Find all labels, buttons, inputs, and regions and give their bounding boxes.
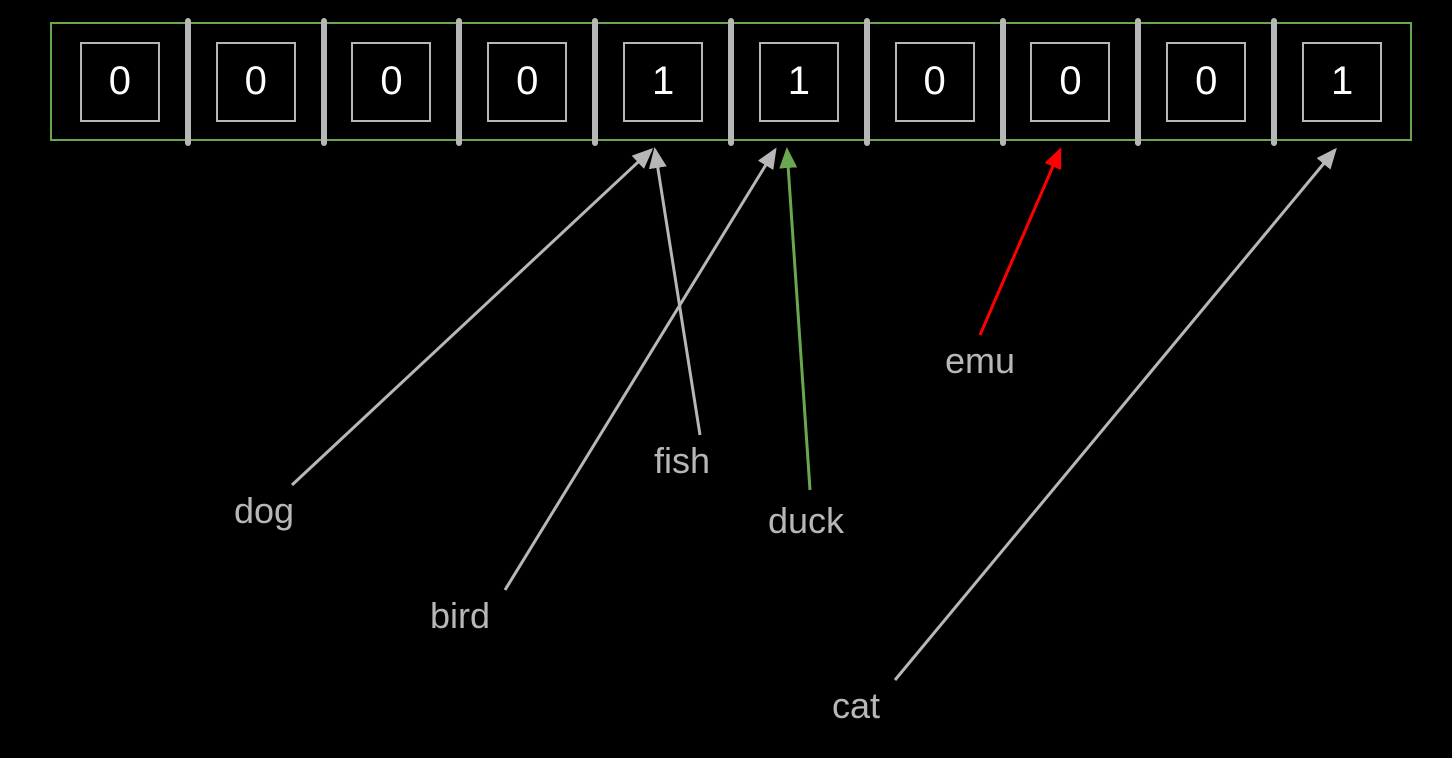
label-bird: bird [430, 595, 490, 637]
bit-slot-3: 0 [459, 24, 595, 139]
bit-value: 0 [245, 59, 267, 104]
bit-cell: 0 [895, 42, 975, 122]
diagram-canvas: 0 0 0 0 1 1 0 0 [0, 0, 1452, 758]
bit-value: 0 [924, 59, 946, 104]
bit-cell: 0 [80, 42, 160, 122]
arrow-emu [980, 150, 1060, 335]
bit-slot-2: 0 [324, 24, 460, 139]
bit-cell: 1 [759, 42, 839, 122]
bit-value: 1 [1331, 59, 1353, 104]
bit-value: 0 [109, 59, 131, 104]
bit-value: 0 [1195, 59, 1217, 104]
arrow-dog [292, 150, 651, 485]
bit-cell: 0 [351, 42, 431, 122]
label-cat: cat [832, 685, 880, 727]
bit-slot-5: 1 [731, 24, 867, 139]
bit-cell: 1 [1302, 42, 1382, 122]
bit-array: 0 0 0 0 1 1 0 0 [50, 22, 1412, 141]
bit-slot-0: 0 [52, 24, 188, 139]
bit-cell: 1 [623, 42, 703, 122]
bit-cell: 0 [487, 42, 567, 122]
bit-slot-6: 0 [867, 24, 1003, 139]
label-duck: duck [768, 500, 844, 542]
label-emu: emu [945, 340, 1015, 382]
arrow-cat [895, 150, 1335, 680]
bit-slot-8: 0 [1138, 24, 1274, 139]
arrow-fish [655, 150, 700, 435]
label-fish: fish [654, 440, 710, 482]
label-dog: dog [234, 490, 294, 532]
bit-slot-9: 1 [1274, 24, 1410, 139]
bit-cell: 0 [1030, 42, 1110, 122]
bit-value: 1 [788, 59, 810, 104]
bit-slot-1: 0 [188, 24, 324, 139]
bit-cell: 0 [216, 42, 296, 122]
bit-value: 0 [1059, 59, 1081, 104]
bit-slot-7: 0 [1003, 24, 1139, 139]
bit-slot-4: 1 [595, 24, 731, 139]
bit-value: 0 [380, 59, 402, 104]
arrow-bird [505, 150, 775, 590]
arrow-duck [787, 150, 810, 490]
bit-value: 0 [516, 59, 538, 104]
bit-value: 1 [652, 59, 674, 104]
bit-cell: 0 [1166, 42, 1246, 122]
